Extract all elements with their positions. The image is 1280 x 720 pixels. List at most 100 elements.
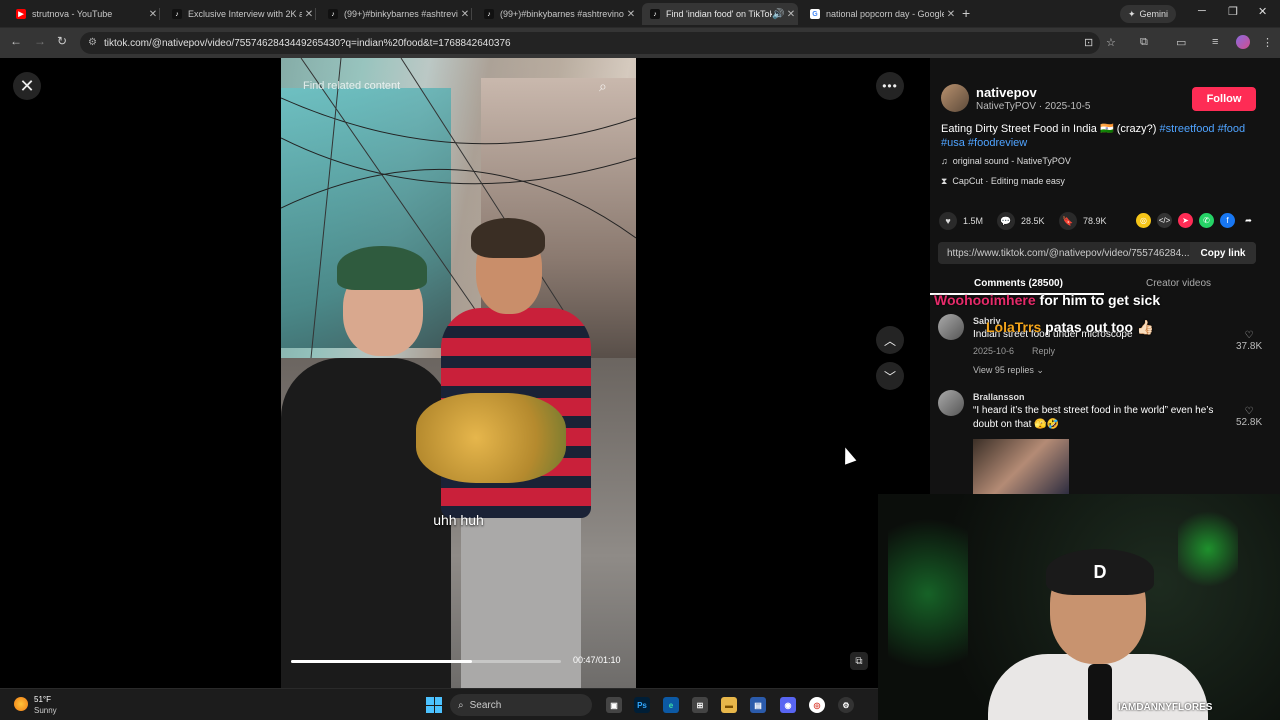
gemini-button[interactable]: ✦ Gemini (1120, 5, 1177, 23)
edge-icon[interactable]: e (663, 697, 679, 713)
hashtag-link[interactable]: #food (1218, 123, 1246, 135)
hashtag-link[interactable]: #usa (941, 137, 965, 149)
back-button[interactable]: ← (10, 34, 22, 48)
avatar[interactable] (938, 390, 964, 416)
hashtag-link[interactable]: #foodreview (968, 137, 1027, 149)
sound-link[interactable]: ♫ original sound - NativeTyPOV (941, 156, 1071, 166)
pip-icon: ⧉ (855, 655, 863, 667)
capcut-link[interactable]: ⧗ CapCut · Editing made easy (941, 176, 1065, 187)
webcam-light (1178, 504, 1238, 594)
app-icon[interactable]: ⚙ (838, 697, 854, 713)
photoshop-icon[interactable]: Ps (634, 697, 650, 713)
video-food (416, 393, 566, 483)
capcut-icon: ⧗ (941, 176, 948, 186)
find-related-content[interactable]: Find related content (303, 80, 400, 92)
weather-condition[interactable]: Sunny (34, 706, 57, 715)
next-video-button[interactable]: ﹀ (876, 362, 904, 390)
close-tab-icon[interactable]: ✕ (784, 9, 798, 20)
copy-link-button[interactable]: Copy link (1190, 242, 1256, 264)
browser-nav-bar: ← → ↻ ⚙ tiktok.com/@nativepov/video/7557… (0, 28, 1280, 58)
taskbar-search[interactable]: ⌕ Search (450, 694, 592, 716)
view-replies-button[interactable]: View 95 replies ⌄ (973, 365, 1044, 376)
comment-author[interactable]: Brallansson (973, 392, 1025, 402)
sidepanel-icon[interactable]: ▭ (1176, 36, 1186, 49)
save-button[interactable]: 🔖 78.9K (1059, 212, 1107, 230)
share-coin-icon[interactable]: ◎ (1136, 213, 1151, 228)
more-options-button[interactable]: ••• (876, 72, 904, 100)
avatar[interactable] (941, 84, 969, 112)
comment-like-button[interactable]: ♡ 52.8K (1236, 406, 1262, 428)
follow-button[interactable]: Follow (1192, 87, 1256, 111)
previous-video-button[interactable]: ︿ (876, 326, 904, 354)
close-tab-icon[interactable]: ✕ (458, 9, 472, 20)
task-view-icon[interactable]: ▣ (606, 697, 622, 713)
hashtag-link[interactable]: #streetfood (1160, 123, 1215, 135)
forward-button[interactable]: → (34, 34, 46, 48)
store-icon[interactable]: ⊞ (692, 697, 708, 713)
install-app-icon[interactable]: ⊡ (1084, 36, 1093, 49)
bookmark-icon: 🔖 (1059, 212, 1077, 230)
site-info-icon[interactable]: ⚙ (88, 37, 97, 48)
address-bar[interactable]: ⚙ tiktok.com/@nativepov/video/7557462843… (80, 32, 1100, 54)
heart-outline-icon: ♡ (1244, 330, 1254, 341)
profile-avatar[interactable] (1236, 35, 1250, 49)
chrome-icon[interactable]: ◎ (809, 697, 825, 713)
speaker-icon[interactable]: 🔊 (772, 9, 784, 20)
tiktok-icon: ♪ (172, 9, 182, 19)
avatar[interactable] (938, 314, 964, 340)
comment-icon: 💬 (997, 212, 1015, 230)
close-tab-icon[interactable]: ✕ (624, 9, 638, 20)
share-arrow-icon[interactable]: ➦ (1241, 213, 1256, 228)
minimize-button[interactable]: ─ (1198, 5, 1206, 17)
whatsapp-icon[interactable]: ✆ (1199, 213, 1214, 228)
tab-popcorn-day[interactable]: G national popcorn day - Google ✕ (802, 3, 958, 25)
tab-creator-videos[interactable]: Creator videos (1146, 278, 1211, 289)
menu-kebab-icon[interactable]: ⋮ (1262, 36, 1273, 49)
weather-sun-icon[interactable] (14, 697, 28, 711)
media-control-icon[interactable]: ≡ (1212, 36, 1218, 48)
picture-in-picture-button[interactable]: ⧉ (850, 652, 868, 670)
stream-chat-message: LolaTrrs patas out too 👍🏻 (986, 319, 1155, 335)
close-tab-icon[interactable]: ✕ (944, 9, 958, 20)
video-link-text[interactable]: https://www.tiktok.com/@nativepov/video/… (947, 248, 1190, 259)
sparkle-icon: ✦ (1128, 8, 1136, 19)
file-explorer-icon[interactable]: ▬ (721, 697, 737, 713)
reply-button[interactable]: Reply (1032, 346, 1055, 356)
microphone-icon (1088, 664, 1112, 720)
facebook-icon[interactable]: f (1220, 213, 1235, 228)
windows-taskbar: 51°F Sunny ⌕ Search ▣ Ps e ⊞ ▬ ▤ ◉ ◎ ⚙ (0, 688, 878, 720)
maximize-button[interactable]: ❐ (1228, 5, 1238, 18)
close-window-button[interactable]: ✕ (1258, 5, 1267, 18)
weather-temp[interactable]: 51°F (34, 695, 51, 704)
comment-button[interactable]: 💬 28.5K (997, 212, 1045, 230)
video-player[interactable]: Find related content ⌕ uhh huh 00:47/01:… (281, 58, 636, 688)
tab-comments[interactable]: Comments (28500) (974, 278, 1063, 289)
author-name[interactable]: nativepov (976, 85, 1037, 100)
app-icon[interactable]: ▤ (750, 697, 766, 713)
screen: ▶ strutnova - YouTube ✕ ♪ Exclusive Inte… (0, 0, 1280, 720)
tab-indian-food[interactable]: ♪ Find 'indian food' on TikTok 🔊 ✕ (642, 3, 798, 25)
like-button[interactable]: ♥ 1.5M (939, 212, 983, 230)
tab-binkybarnes-1[interactable]: ♪ (99+)#binkybarnes #ashtrevino ✕ (320, 3, 472, 25)
send-icon[interactable]: ➤ (1178, 213, 1193, 228)
comment-image[interactable] (973, 439, 1069, 494)
bookmark-star-icon[interactable]: ☆ (1106, 36, 1116, 49)
search-icon: ⌕ (458, 699, 464, 711)
embed-icon[interactable]: </> (1157, 213, 1172, 228)
video-progress-bar[interactable] (291, 660, 561, 663)
comment-like-button[interactable]: ♡ 37.8K (1236, 330, 1262, 352)
close-video-button[interactable]: ✕ (13, 72, 41, 100)
streamer-webcam: D IAMDANNYFLORES (878, 494, 1280, 720)
tab-youtube[interactable]: ▶ strutnova - YouTube ✕ (8, 3, 160, 25)
close-tab-icon[interactable]: ✕ (146, 9, 160, 20)
tab-binkybarnes-2[interactable]: ♪ (99+)#binkybarnes #ashtrevino ✕ (476, 3, 638, 25)
youtube-icon: ▶ (16, 9, 26, 19)
search-icon[interactable]: ⌕ (599, 78, 607, 95)
new-tab-button[interactable]: + (962, 5, 970, 21)
close-tab-icon[interactable]: ✕ (302, 9, 316, 20)
reload-button[interactable]: ↻ (57, 34, 67, 48)
tab-interview[interactable]: ♪ Exclusive Interview with 2K at Th ✕ (164, 3, 316, 25)
windows-start-icon[interactable] (426, 697, 442, 713)
extensions-icon[interactable]: ⧉ (1140, 36, 1148, 49)
discord-icon[interactable]: ◉ (780, 697, 796, 713)
